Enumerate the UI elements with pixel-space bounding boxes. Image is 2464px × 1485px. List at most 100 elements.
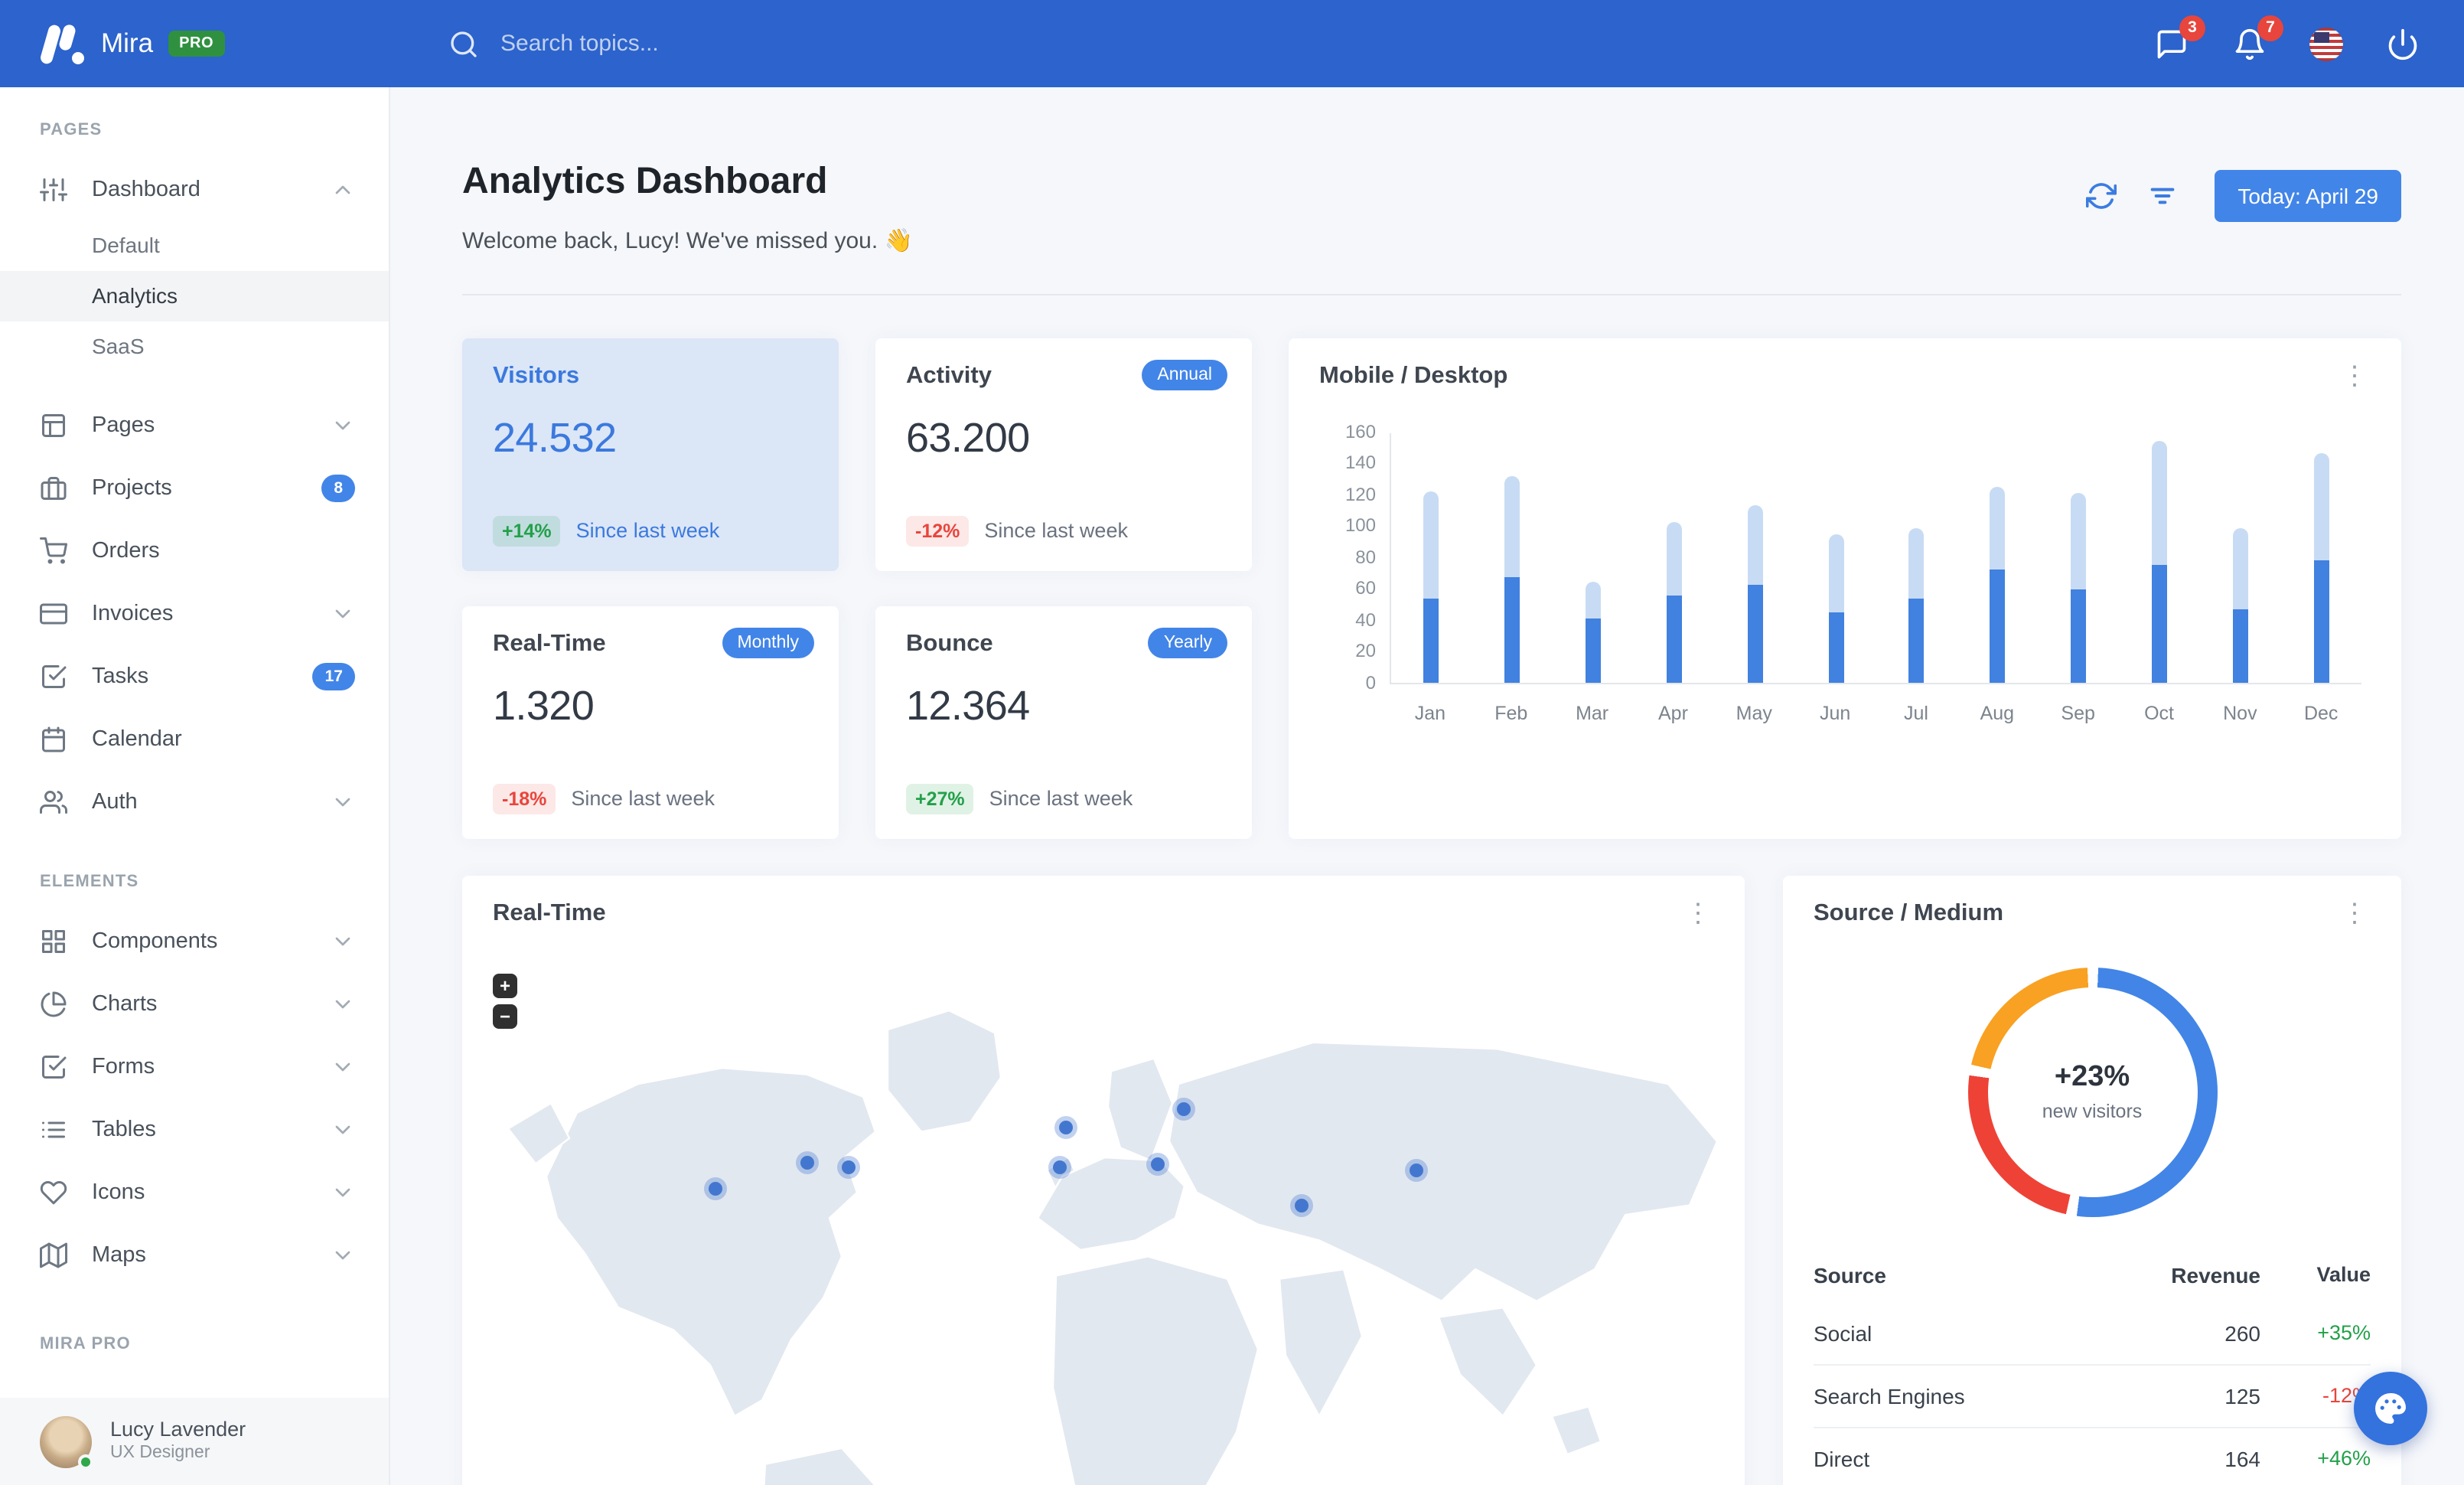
sidebar-item-label: Tasks <box>92 664 149 688</box>
sidebar-item-label: Calendar <box>92 726 182 751</box>
stacked-bar-chart: 0 20 40 60 80 100 120 140 160 Jan Feb Mar Apr May Jun… <box>1319 421 2371 724</box>
bar-group-sep[interactable] <box>2038 433 2119 683</box>
bar-group-nov[interactable] <box>2200 433 2281 683</box>
source-table-header: Source Revenue Value <box>1814 1248 2371 1303</box>
sidebar-item-label: Forms <box>92 1054 155 1079</box>
sidebar-item-label: Invoices <box>92 601 174 625</box>
y-axis-tick: 40 <box>1355 609 1376 631</box>
main-content: Analytics Dashboard Welcome back, Lucy! … <box>392 87 2464 1485</box>
map-zoom-out-button[interactable]: − <box>493 1004 517 1029</box>
source-table: Source Revenue Value Social 260 +35% Search… <box>1814 1248 2371 1485</box>
map-icon <box>40 1242 67 1268</box>
search-input[interactable] <box>497 29 895 58</box>
language-flag-us[interactable] <box>2309 27 2343 60</box>
sidebar-item-forms[interactable]: Forms <box>0 1035 389 1098</box>
sidebar-item-label: Tables <box>92 1117 156 1141</box>
messages-button[interactable]: 3 <box>2153 15 2205 62</box>
sidebar-item-charts[interactable]: Charts <box>0 972 389 1035</box>
source-card-menu-button[interactable]: ⋮ <box>2339 900 2371 926</box>
stat-title: Visitors <box>493 362 580 389</box>
sidebar-item-calendar[interactable]: Calendar <box>0 707 389 770</box>
brand[interactable]: Mira PRO <box>0 22 390 65</box>
bar-group-aug[interactable] <box>1957 433 2039 683</box>
filter-icon <box>2150 188 2175 204</box>
bar-desktop-segment <box>1908 528 1925 598</box>
notifications-count-badge: 7 <box>2257 15 2283 41</box>
sidebar-item-maps[interactable]: Maps <box>0 1223 389 1286</box>
notifications-button[interactable]: 7 <box>2231 15 2283 62</box>
page-title: Analytics Dashboard <box>462 161 828 202</box>
col-value: Value <box>2316 1263 2371 1287</box>
col-revenue: Revenue <box>2171 1262 2260 1288</box>
stat-card-activity: Activity Annual 63.200 -12% Since last week <box>875 338 1252 571</box>
bar-desktop-segment <box>1828 534 1844 612</box>
bar-mobile-segment <box>2151 564 2167 683</box>
sidebar-subitem-analytics[interactable]: Analytics <box>0 271 389 321</box>
bar-group-dec[interactable] <box>2280 433 2361 683</box>
bar-group-apr[interactable] <box>1634 433 1715 683</box>
x-axis-label: Feb <box>1494 702 1528 724</box>
sidebar-user-card[interactable]: Lucy Lavender UX Designer <box>0 1398 389 1485</box>
sidebar-submenu: Default Analytics SaaS <box>0 220 389 372</box>
chevron-down-icon <box>335 999 350 1008</box>
logout-button[interactable] <box>2384 25 2421 62</box>
x-axis-label: Dec <box>2303 702 2339 724</box>
bar-group-oct[interactable] <box>2119 433 2200 683</box>
bar-mobile-segment <box>1423 598 1439 683</box>
new-visitors-percent: +23% <box>2054 1061 2130 1094</box>
stat-period-badge[interactable]: Monthly <box>722 627 814 658</box>
user-name: Lucy Lavender <box>110 1417 246 1441</box>
filter-button[interactable] <box>2147 181 2178 211</box>
bar-group-jul[interactable] <box>1876 433 1957 683</box>
sidebar-item-tables[interactable]: Tables <box>0 1098 389 1160</box>
bar-group-jan[interactable] <box>1391 433 1472 683</box>
x-axis-label: Sep <box>2061 702 2095 724</box>
theme-settings-fab[interactable] <box>2354 1372 2427 1445</box>
sidebar-subitem-default[interactable]: Default <box>0 220 389 271</box>
sidebar-subitem-saas[interactable]: SaaS <box>0 321 389 372</box>
stat-card-real-time: Real-Time Monthly 1.320 -18% Since last week <box>462 605 839 839</box>
bar-group-feb[interactable] <box>1472 433 1553 683</box>
date-range-button[interactable]: Today: April 29 <box>2215 170 2401 222</box>
map-zoom-in-button[interactable]: + <box>493 973 517 998</box>
source-table-row: Direct 164 +46% <box>1814 1426 2371 1485</box>
sidebar-item-label: Maps <box>92 1242 146 1267</box>
stat-period-badge[interactable]: Yearly <box>1148 627 1227 658</box>
sidebar-item-icons[interactable]: Icons <box>0 1160 389 1223</box>
world-map[interactable] <box>462 937 1745 1485</box>
sidebar-item-label: Icons <box>92 1180 145 1204</box>
x-axis-label: Jul <box>1904 702 1928 724</box>
sidebar-item-label: Dashboard <box>92 177 200 201</box>
stat-note: Since last week <box>571 787 715 811</box>
layout-icon <box>42 413 65 436</box>
stat-period-badge[interactable]: Annual <box>1142 359 1227 390</box>
map-card-menu-button[interactable]: ⋮ <box>1682 900 1714 926</box>
bar-group-may[interactable] <box>1715 433 1796 683</box>
credit-card-icon <box>40 602 67 624</box>
sidebar-item-components[interactable]: Components <box>0 909 389 972</box>
world-map-svg <box>507 1009 1719 1485</box>
y-axis-tick: 160 <box>1344 420 1376 442</box>
x-axis-label: May <box>1736 702 1772 724</box>
y-axis-tick: 60 <box>1355 577 1376 599</box>
sidebar-item-auth[interactable]: Auth <box>0 770 389 833</box>
sidebar-item-pages[interactable]: Pages <box>0 393 389 456</box>
stat-delta-chip: -18% <box>493 783 556 814</box>
sidebar-section-pages: PAGES <box>40 121 103 139</box>
heart-icon <box>40 1180 67 1204</box>
chevron-up-icon <box>335 184 350 194</box>
bar-group-mar[interactable] <box>1553 433 1634 683</box>
sidebar-item-dashboard[interactable]: Dashboard <box>0 158 389 220</box>
bar-group-jun[interactable] <box>1795 433 1876 683</box>
chart-card-menu-button[interactable]: ⋮ <box>2339 363 2371 389</box>
sidebar-item-orders[interactable]: Orders <box>0 519 389 582</box>
chevron-down-icon <box>335 420 350 429</box>
pie-chart-icon <box>41 991 67 1017</box>
refresh-button[interactable] <box>2086 181 2117 211</box>
list-icon <box>42 1121 65 1137</box>
chevron-down-icon <box>335 1250 350 1259</box>
sidebar-item-projects[interactable]: Projects 8 <box>0 456 389 519</box>
header-divider <box>462 293 2401 295</box>
sidebar-item-invoices[interactable]: Invoices <box>0 582 389 645</box>
sidebar-item-tasks[interactable]: Tasks 17 <box>0 645 389 707</box>
